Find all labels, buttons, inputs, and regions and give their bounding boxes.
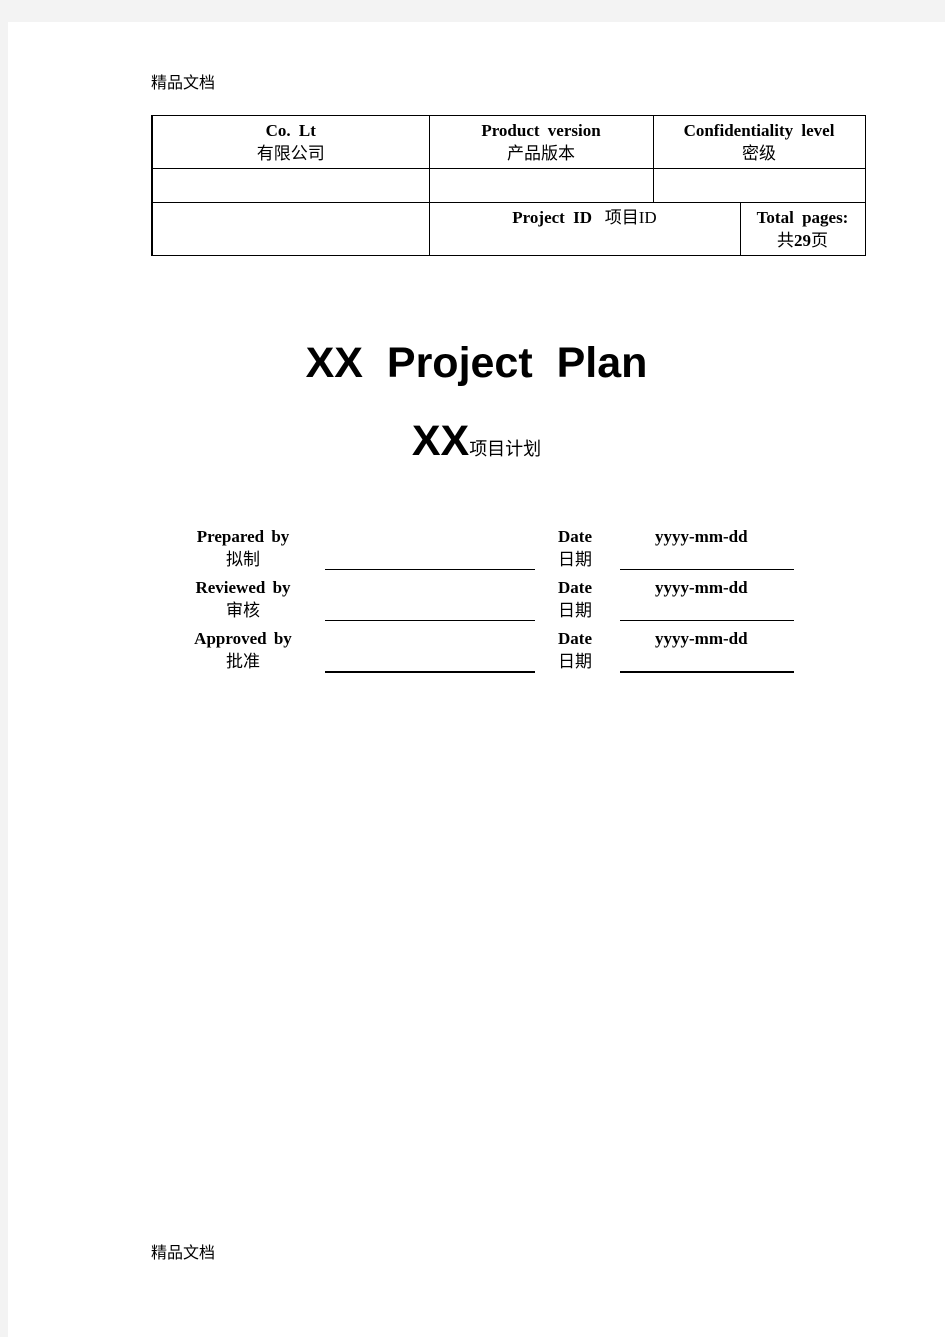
signature-role: Prepared by 拟制 (183, 525, 303, 571)
total-pages-suffix: 页 (811, 231, 828, 250)
role-cn: 拟制 (226, 550, 260, 569)
project-id-label-en: Project ID (512, 208, 592, 227)
document-subtitle: XX项目计划 (8, 417, 945, 466)
product-version-label-cn: 产品版本 (507, 144, 575, 163)
role-cn: 审核 (226, 601, 260, 620)
signature-row-reviewed: Reviewed by 审核 Date 日期 yyyy-mm-dd (8, 576, 945, 626)
project-id-label-cn: 项目ID (604, 208, 657, 227)
total-pages-cell: Total pages: 共29页 (739, 202, 866, 256)
document-title: XX Project Plan (305, 339, 648, 387)
header-watermark: 精品文档 (151, 73, 216, 92)
company-label-cn: 有限公司 (256, 144, 325, 163)
total-pages-count: 29 (794, 231, 811, 250)
date-line (620, 569, 794, 570)
confidentiality-label-cn: 密级 (742, 144, 776, 163)
signature-line[interactable] (325, 671, 535, 673)
date-label: Date 日期 (558, 525, 592, 571)
date-value[interactable]: yyyy-mm-dd (655, 576, 748, 599)
total-pages-prefix: 共 (777, 231, 794, 250)
role-en: Prepared by (196, 527, 290, 546)
company-label-en: Co. Lt (265, 121, 316, 140)
date-label: Date 日期 (558, 576, 592, 622)
signature-line[interactable] (325, 569, 535, 570)
role-en: Reviewed by (195, 578, 291, 597)
document-page: 精品文档 Co. Lt 有限公司 Product version 产品版本 Co… (8, 22, 945, 1337)
role-cn: 批准 (226, 652, 260, 671)
date-cn: 日期 (558, 601, 592, 620)
company-header-cell: Co. Lt 有限公司 (151, 115, 430, 169)
document-info-table: Co. Lt 有限公司 Product version 产品版本 Confide… (151, 115, 866, 256)
signature-line[interactable] (325, 620, 535, 621)
project-id-cell: Project ID 项目ID (428, 202, 741, 256)
date-en: Date (558, 578, 592, 597)
role-en: Approved by (194, 629, 292, 648)
date-en: Date (558, 629, 592, 648)
signature-role: Approved by 批准 (183, 627, 303, 673)
date-en: Date (558, 527, 592, 546)
date-line (620, 620, 794, 621)
signature-row-approved: Approved by 批准 Date 日期 yyyy-mm-dd (8, 627, 945, 677)
date-value[interactable]: yyyy-mm-dd (655, 627, 748, 650)
signature-row-prepared: Prepared by 拟制 Date 日期 yyyy-mm-dd (8, 525, 945, 575)
date-cn: 日期 (558, 550, 592, 569)
product-version-label-en: Product version (481, 121, 601, 140)
date-value[interactable]: yyyy-mm-dd (655, 525, 748, 548)
footer-watermark: 精品文档 (151, 1243, 216, 1262)
product-version-header-cell: Product version 产品版本 (428, 115, 654, 169)
subtitle-cn: 项目计划 (469, 439, 542, 459)
signature-role: Reviewed by 审核 (183, 576, 303, 622)
product-version-value-cell[interactable] (428, 168, 654, 203)
blank-cell (151, 202, 430, 256)
total-pages-label: Total pages: (756, 208, 849, 227)
confidentiality-value-cell[interactable] (652, 168, 866, 203)
total-pages-value: 共29页 (745, 229, 861, 252)
confidentiality-header-cell: Confidentiality level 密级 (652, 115, 866, 169)
company-value-cell[interactable] (151, 168, 430, 203)
date-label: Date 日期 (558, 627, 592, 673)
confidentiality-label-en: Confidentiality level (683, 121, 835, 140)
date-cn: 日期 (558, 652, 592, 671)
date-line (620, 671, 794, 673)
subtitle-prefix: XX (411, 417, 470, 465)
